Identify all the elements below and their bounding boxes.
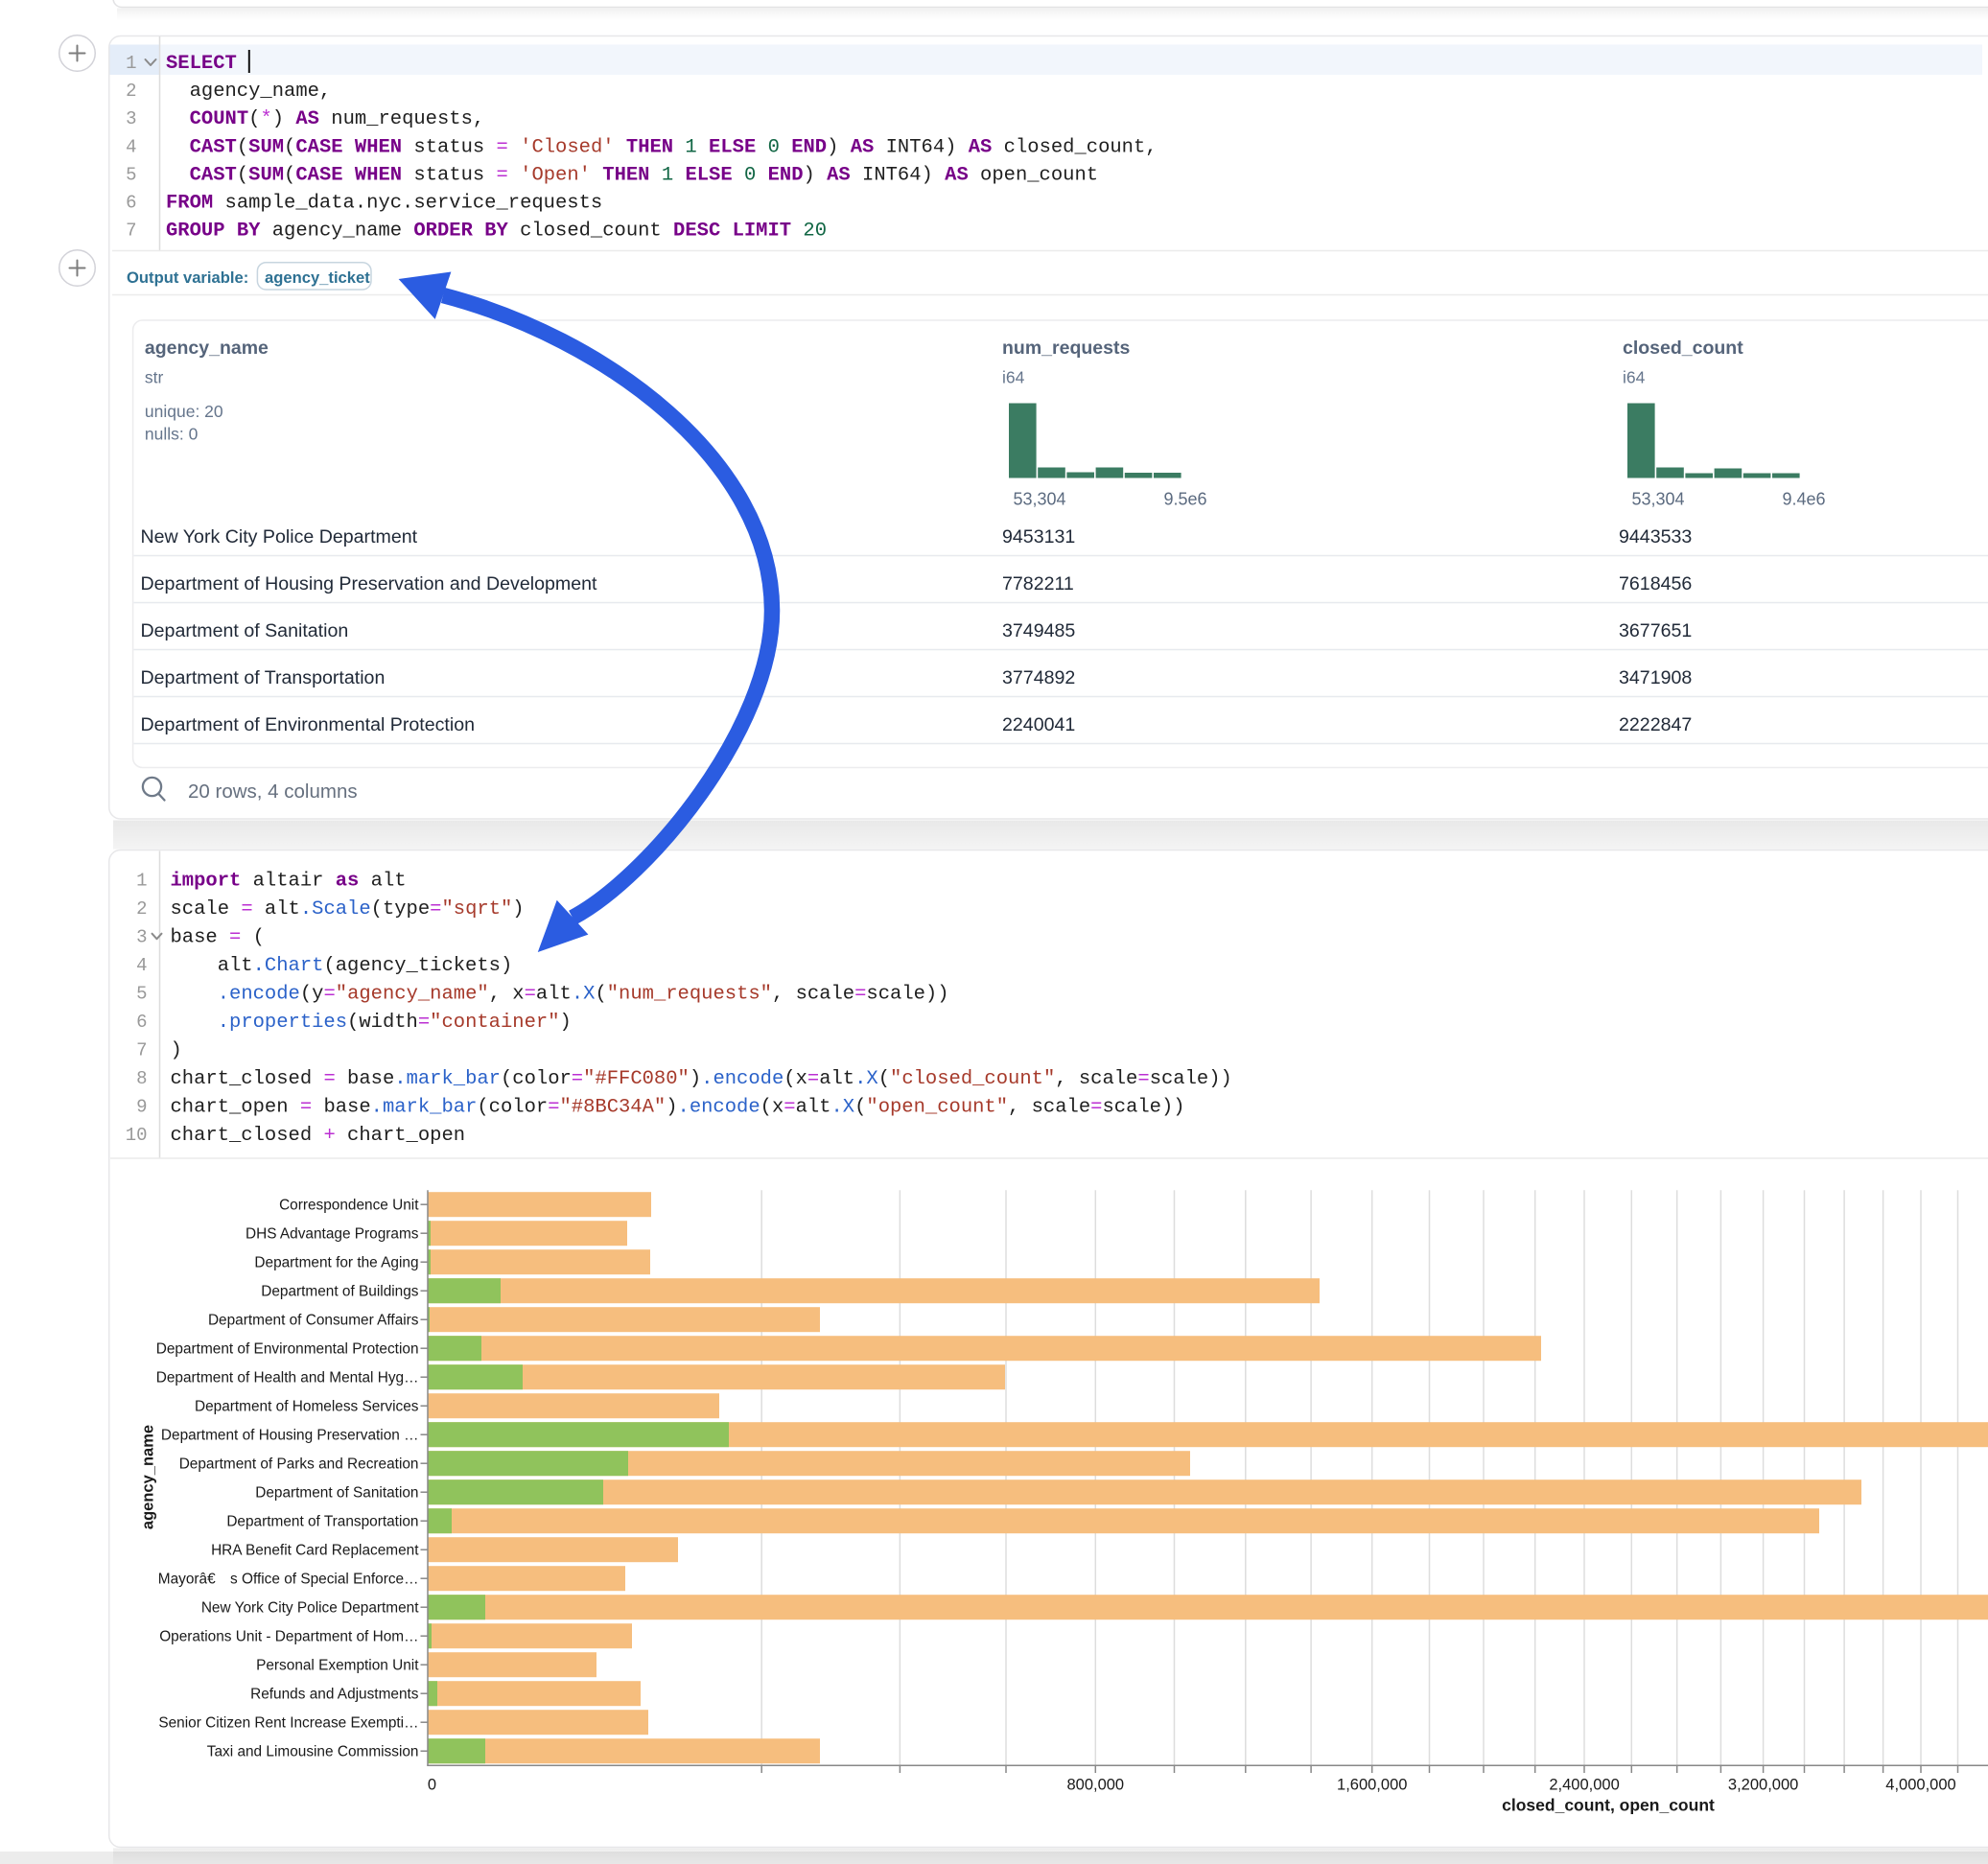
svg-text:Department of Environmental Pr: Department of Environmental Protection	[141, 714, 476, 735]
svg-text:Department for the Aging: Department for the Aging	[254, 1255, 418, 1271]
svg-text:0: 0	[428, 1776, 436, 1793]
svg-text:): )	[171, 1040, 182, 1062]
svg-text:4: 4	[136, 955, 147, 976]
svg-text:closed_count, open_count: closed_count, open_count	[1502, 1796, 1715, 1815]
svg-text:Department of Sanitation: Department of Sanitation	[255, 1485, 418, 1502]
svg-text:4: 4	[126, 136, 136, 157]
svg-text:alt.Chart(agency_tickets): alt.Chart(agency_tickets)	[171, 955, 513, 977]
svg-text:Department of Sanitation: Department of Sanitation	[141, 620, 349, 641]
svg-text:8: 8	[136, 1068, 147, 1089]
svg-text:agency_name,: agency_name,	[166, 81, 331, 103]
svg-text:3677651: 3677651	[1619, 620, 1692, 641]
svg-text:Department of Transportation: Department of Transportation	[226, 1514, 418, 1530]
svg-text:1,600,000: 1,600,000	[1337, 1776, 1407, 1793]
svg-text:2,400,000: 2,400,000	[1549, 1776, 1619, 1793]
svg-text:HRA Benefit Card Replacement: HRA Benefit Card Replacement	[211, 1543, 419, 1559]
svg-text:agency_tickets: agency_tickets	[265, 268, 379, 287]
svg-text:3749485: 3749485	[1002, 620, 1075, 641]
svg-text:Department of Environmental Pr: Department of Environmental Protection	[156, 1341, 419, 1358]
svg-text:9.5e6: 9.5e6	[1163, 490, 1206, 509]
svg-text:9453131: 9453131	[1002, 526, 1075, 548]
svg-text:chart_closed + chart_open: chart_closed + chart_open	[171, 1125, 466, 1147]
svg-text:closed_count: closed_count	[1623, 338, 1743, 359]
svg-text:1: 1	[136, 871, 147, 892]
svg-text:2240041: 2240041	[1002, 714, 1075, 735]
svg-text:chart_closed = base.mark_bar(c: chart_closed = base.mark_bar(color="#FFC…	[171, 1068, 1232, 1090]
svg-text:CAST(SUM(CASE WHEN status = 'C: CAST(SUM(CASE WHEN status = 'Closed' THE…	[166, 136, 1158, 158]
svg-text:Department of Transportation: Department of Transportation	[141, 667, 386, 688]
svg-text:New York City Police Departmen: New York City Police Department	[201, 1600, 419, 1617]
svg-text:str: str	[145, 368, 164, 387]
svg-text:3: 3	[136, 927, 147, 948]
svg-text:DHS Advantage Programs: DHS Advantage Programs	[246, 1226, 419, 1243]
svg-text:FROM sample_data.nyc.service_r: FROM sample_data.nyc.service_requests	[166, 193, 602, 215]
svg-text:Department of Consumer Affairs: Department of Consumer Affairs	[208, 1313, 419, 1329]
svg-text:.encode(y="agency_name", x=alt: .encode(y="agency_name", x=alt.X("num_re…	[171, 984, 949, 1006]
svg-text:7618456: 7618456	[1619, 573, 1692, 594]
svg-text:GROUP BY agency_name ORDER BY: GROUP BY agency_name ORDER BY closed_cou…	[166, 221, 827, 243]
svg-text:SELECT: SELECT	[166, 53, 237, 75]
svg-text:Operations Unit - Department o: Operations Unit - Department of Hom…	[159, 1629, 418, 1645]
svg-text:5: 5	[136, 984, 147, 1005]
svg-text:7: 7	[136, 1040, 147, 1061]
svg-text:6: 6	[136, 1012, 147, 1033]
svg-text:10: 10	[126, 1125, 148, 1146]
svg-text:7: 7	[126, 221, 136, 242]
svg-text:Taxi and Limousine Commission: Taxi and Limousine Commission	[207, 1744, 419, 1760]
svg-text:CAST(SUM(CASE WHEN status = 'O: CAST(SUM(CASE WHEN status = 'Open' THEN …	[166, 164, 1098, 186]
svg-text:Output variable:: Output variable:	[127, 268, 253, 287]
svg-text:9443533: 9443533	[1619, 526, 1692, 548]
svg-text:800,000: 800,000	[1066, 1776, 1124, 1793]
svg-text:2: 2	[136, 898, 147, 920]
svg-text:Refunds and Adjustments: Refunds and Adjustments	[250, 1687, 419, 1703]
svg-text:agency_name: agency_name	[145, 338, 269, 359]
svg-text:num_requests: num_requests	[1002, 338, 1130, 359]
svg-text:Correspondence Unit: Correspondence Unit	[279, 1198, 419, 1214]
svg-text:53,304: 53,304	[1013, 490, 1065, 509]
svg-text:Personal Exemption Unit: Personal Exemption Unit	[256, 1658, 419, 1674]
svg-text:53,304: 53,304	[1631, 490, 1684, 509]
svg-text:unique: 20: unique: 20	[145, 402, 223, 421]
svg-text:4,000,000: 4,000,000	[1885, 1776, 1955, 1793]
svg-text:i64: i64	[1623, 368, 1646, 387]
svg-text:base = (: base = (	[171, 927, 265, 949]
svg-text:agency_name: agency_name	[140, 1425, 157, 1529]
svg-text:Department of Health and Menta: Department of Health and Mental Hyg…	[156, 1370, 419, 1386]
svg-text:3471908: 3471908	[1619, 667, 1692, 688]
svg-text:6: 6	[126, 193, 136, 214]
svg-text:chart_open = base.mark_bar(col: chart_open = base.mark_bar(color="#8BC34…	[171, 1097, 1185, 1119]
svg-text:Department of Homeless Service: Department of Homeless Services	[195, 1399, 419, 1415]
svg-text:3,200,000: 3,200,000	[1728, 1776, 1798, 1793]
svg-text:i64: i64	[1002, 368, 1025, 387]
svg-text:import altair as alt: import altair as alt	[171, 871, 407, 893]
svg-text:1: 1	[126, 53, 136, 74]
svg-text:2222847: 2222847	[1619, 714, 1692, 735]
svg-text:20 rows, 4 columns: 20 rows, 4 columns	[188, 781, 358, 803]
svg-text:3774892: 3774892	[1002, 667, 1075, 688]
svg-text:Department of Parks and Recrea: Department of Parks and Recreation	[179, 1456, 419, 1473]
svg-text:COUNT(*) AS num_requests,: COUNT(*) AS num_requests,	[166, 108, 484, 130]
svg-text:9.4e6: 9.4e6	[1782, 490, 1825, 509]
svg-text:Senior Citizen Rent Increase E: Senior Citizen Rent Increase Exempti…	[158, 1715, 418, 1732]
svg-text:7782211: 7782211	[1002, 573, 1074, 594]
svg-text:5: 5	[126, 164, 136, 185]
svg-text:New York City Police Departmen: New York City Police Department	[141, 526, 418, 548]
svg-text:Department of Buildings: Department of Buildings	[261, 1284, 419, 1300]
svg-text:Department of Housing Preserva: Department of Housing Preservation …	[161, 1428, 419, 1444]
svg-text:scale = alt.Scale(type="sqrt"): scale = alt.Scale(type="sqrt")	[171, 898, 525, 920]
svg-text:Department of Housing Preserva: Department of Housing Preservation and D…	[141, 573, 598, 594]
svg-text:2: 2	[126, 81, 136, 102]
svg-text:.properties(width="container"): .properties(width="container")	[171, 1012, 572, 1034]
svg-text:3: 3	[126, 108, 136, 129]
svg-text:9: 9	[136, 1097, 147, 1118]
svg-text:nulls: 0: nulls: 0	[145, 425, 199, 444]
svg-text:Mayorâ€ s Office of Special En: Mayorâ€ s Office of Special Enforce…	[158, 1572, 419, 1588]
